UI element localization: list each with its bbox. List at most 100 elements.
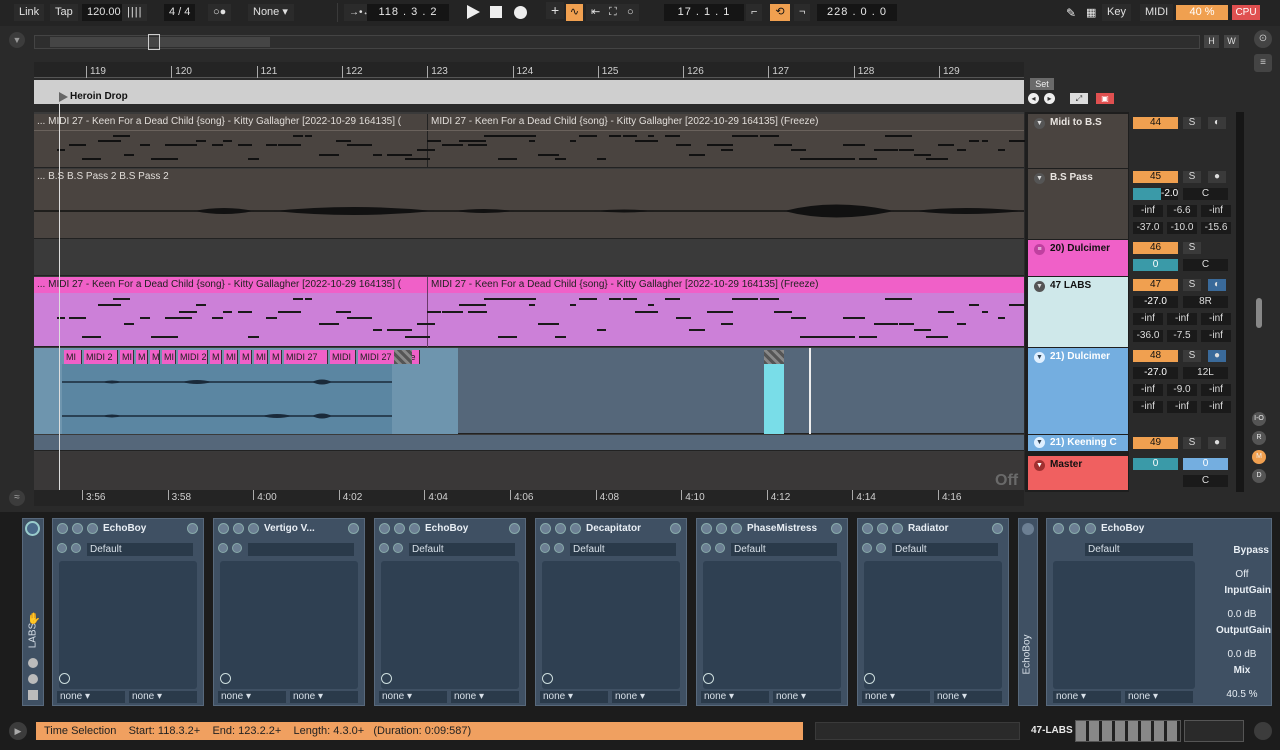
track-volume[interactable]: 49: [1133, 437, 1178, 449]
device-preset[interactable]: Default: [409, 543, 515, 556]
send-value[interactable]: -37.0: [1133, 222, 1163, 234]
device-settings-icon[interactable]: [992, 523, 1003, 534]
expand-icon[interactable]: ⤢: [1070, 93, 1088, 104]
device-hot-swap-icon[interactable]: [218, 543, 228, 553]
device-settings-icon[interactable]: [670, 523, 681, 534]
rack-power-icon[interactable]: [25, 521, 40, 536]
device-edit-icon[interactable]: [409, 523, 420, 534]
midi-map-button[interactable]: MIDI: [1140, 4, 1174, 21]
device-play-icon[interactable]: [1069, 523, 1080, 534]
device-fold-icon[interactable]: [394, 523, 405, 534]
track-header-bs-pass[interactable]: ▼ B.S Pass: [1028, 169, 1128, 239]
computer-keyboard-icon[interactable]: ▦: [1086, 6, 1096, 19]
groove-icon[interactable]: ≈: [9, 490, 25, 506]
nudge-bars[interactable]: ||||: [122, 4, 148, 21]
master-volume[interactable]: 0: [1133, 458, 1178, 470]
send-value[interactable]: -6.6: [1167, 205, 1197, 217]
pan-value[interactable]: C: [1183, 259, 1228, 271]
device-power-icon[interactable]: [701, 523, 712, 534]
arrangement-position[interactable]: 118 . 3 . 2: [367, 4, 449, 21]
lane-keening[interactable]: [34, 435, 1024, 451]
overview-thumb[interactable]: [50, 37, 270, 47]
device-power-icon[interactable]: [218, 523, 229, 534]
clip-header[interactable]: M: [150, 350, 160, 364]
device-save-icon[interactable]: [554, 543, 564, 553]
volume-value[interactable]: -2.0: [1133, 188, 1178, 200]
device-edit-icon[interactable]: [87, 523, 98, 534]
fold-arrow-icon[interactable]: ▼: [1034, 173, 1045, 184]
device-save-icon[interactable]: [876, 543, 886, 553]
device-echoboy-vertical[interactable]: EchoBoy: [1018, 518, 1038, 706]
rack-save-icon[interactable]: [28, 690, 38, 700]
send-value[interactable]: -inf: [1133, 384, 1163, 396]
lane-dulcimer-20[interactable]: [34, 240, 1024, 276]
device-preset[interactable]: Default: [892, 543, 998, 556]
send-value[interactable]: -inf: [1201, 384, 1231, 396]
device-preset[interactable]: [248, 543, 354, 556]
collapse-arrow-icon[interactable]: ▼: [9, 32, 25, 48]
device-power-icon[interactable]: [1022, 523, 1034, 535]
lane-master[interactable]: [34, 452, 1024, 490]
fold-arrow-icon[interactable]: ▼: [1034, 460, 1045, 471]
arm-icon[interactable]: ●: [1208, 171, 1226, 183]
loop-length[interactable]: 228 . 0 . 0: [817, 4, 897, 21]
clip-header[interactable]: MI: [120, 350, 134, 364]
send-value[interactable]: -inf: [1133, 205, 1163, 217]
device-hot-swap-icon[interactable]: [540, 543, 550, 553]
device-edit-icon[interactable]: [892, 523, 903, 534]
selector-2[interactable]: none ▾: [451, 691, 519, 703]
device-settings-icon[interactable]: [831, 523, 842, 534]
tap-button[interactable]: Tap: [50, 4, 78, 21]
key-map-button[interactable]: Key: [1102, 4, 1131, 21]
selector-1[interactable]: none ▾: [1053, 691, 1121, 703]
arm-icon[interactable]: ●: [1208, 437, 1226, 449]
device-edit-icon[interactable]: [1085, 523, 1096, 534]
locator-flag-icon[interactable]: [59, 92, 68, 102]
solo-button[interactable]: S: [1183, 242, 1201, 254]
loop-start[interactable]: 17 . 1 . 1: [664, 4, 744, 21]
send-value[interactable]: -inf: [1133, 401, 1163, 413]
clip-header[interactable]: M: [240, 350, 252, 364]
lane-bs-pass[interactable]: ... B.S B.S Pass 2 B.S Pass 2: [34, 169, 1024, 239]
overview-h-button[interactable]: H: [1204, 35, 1219, 48]
lock-icon[interactable]: ▣: [1096, 93, 1114, 104]
quantize-dropdown[interactable]: None ▾: [248, 4, 294, 21]
pan-value[interactable]: 8R: [1183, 296, 1228, 308]
device-knob-icon[interactable]: [703, 673, 714, 684]
side-toggle-m[interactable]: M: [1252, 450, 1266, 464]
device-knob-icon[interactable]: [220, 673, 231, 684]
send-value[interactable]: -inf: [1201, 313, 1231, 325]
master-pan[interactable]: C: [1183, 475, 1228, 487]
track-header-keening[interactable]: ▼ 21) Keening C: [1028, 435, 1128, 451]
device-fold-icon[interactable]: [877, 523, 888, 534]
loop-brace[interactable]: [34, 80, 1024, 90]
selector-1[interactable]: none ▾: [218, 691, 286, 703]
clip-header[interactable]: M: [270, 350, 282, 364]
send-value[interactable]: -7.5: [1167, 330, 1197, 342]
device-knob-icon[interactable]: [542, 673, 553, 684]
track-header-midi-to-bs[interactable]: ▼ Midi to B.S: [1028, 114, 1128, 168]
device-knob-icon[interactable]: [381, 673, 392, 684]
device-save-icon[interactable]: [393, 543, 403, 553]
send-value[interactable]: -15.6: [1201, 222, 1231, 234]
selector-2[interactable]: none ▾: [773, 691, 841, 703]
device-fold-icon[interactable]: [233, 523, 244, 534]
send-value[interactable]: -inf: [1133, 313, 1163, 325]
clip-header[interactable]: MI: [162, 350, 176, 364]
device-power-icon[interactable]: [379, 523, 390, 534]
session-record-icon[interactable]: ○: [622, 4, 639, 21]
overview-w-button[interactable]: W: [1224, 35, 1239, 48]
clip-header[interactable]: MIDI 2: [178, 350, 208, 364]
lane-midi-to-bs[interactable]: ... MIDI 27 - Keen For a Dead Child {son…: [34, 114, 1029, 168]
send-value[interactable]: -inf: [1201, 205, 1231, 217]
device-power-icon[interactable]: [540, 523, 551, 534]
solo-button[interactable]: S: [1183, 117, 1201, 129]
status-toggle-icon[interactable]: [1254, 722, 1272, 740]
clip-header[interactable]: M: [210, 350, 222, 364]
track-volume[interactable]: 45: [1133, 171, 1178, 183]
device-knob-icon[interactable]: [864, 673, 875, 684]
master-cue-volume[interactable]: 0: [1183, 458, 1228, 470]
device-decapitator[interactable]: Decapitator Default none ▾ none ▾: [535, 518, 687, 706]
device-power-icon[interactable]: [862, 523, 873, 534]
group-icon[interactable]: ≡: [1034, 244, 1045, 255]
